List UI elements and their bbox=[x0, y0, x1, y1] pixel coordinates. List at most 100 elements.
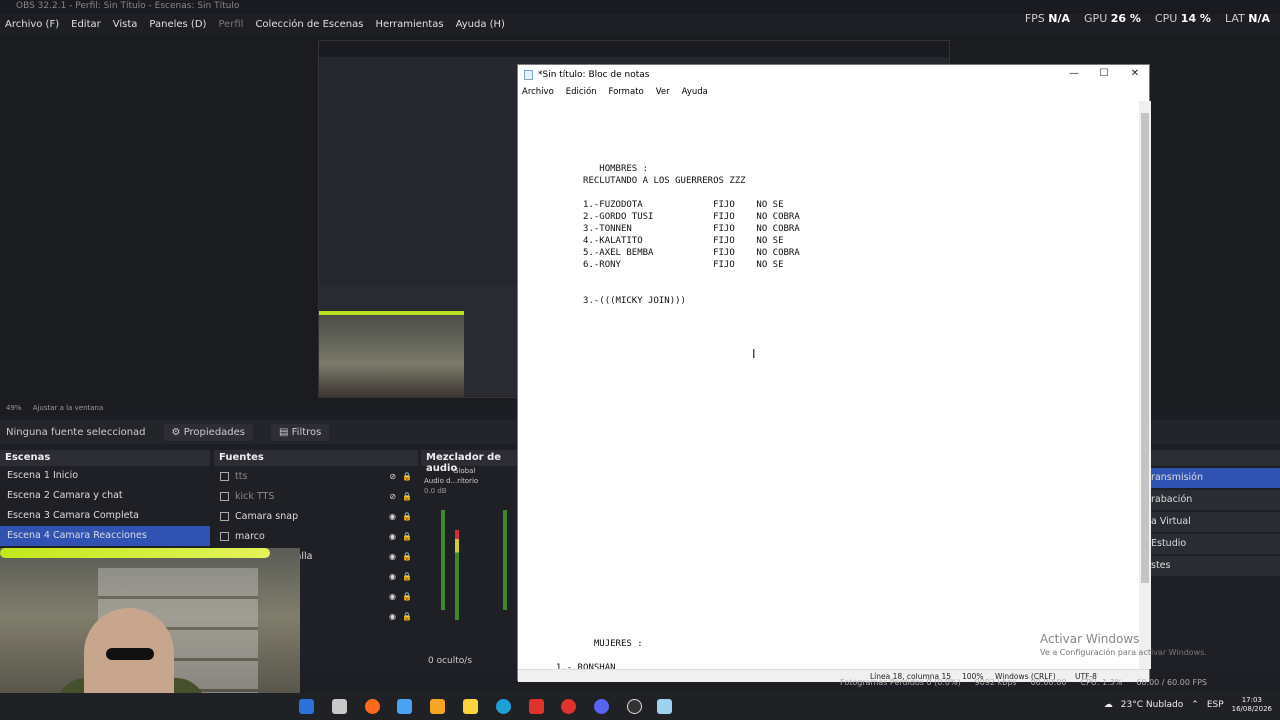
lock-icon[interactable]: 🔒 bbox=[402, 572, 412, 581]
notepad-content: HOMBRES : RECLUTANDO A LOS GUERREROS ZZZ… bbox=[583, 164, 800, 306]
properties-button[interactable]: ⚙ Propiedades bbox=[163, 423, 254, 441]
lock-icon[interactable]: 🔒 bbox=[402, 612, 412, 621]
source-name: kick TTS bbox=[235, 490, 275, 502]
mixer-channel-name[interactable]: Audio d...ritorio bbox=[421, 476, 517, 486]
eye-icon[interactable]: ◉ bbox=[389, 592, 396, 601]
weather-icon[interactable]: ☁ bbox=[1104, 700, 1113, 710]
notepad-title-bar[interactable]: *Sin título: Bloc de notas bbox=[518, 65, 1149, 85]
menu-paneles[interactable]: Paneles (D) bbox=[149, 19, 206, 30]
opera-icon[interactable] bbox=[561, 699, 576, 714]
source-row[interactable]: marco ◉ 🔒 bbox=[214, 526, 418, 546]
menu-vista[interactable]: Vista bbox=[113, 19, 138, 30]
eye-icon[interactable]: ◉ bbox=[389, 532, 396, 541]
eye-icon[interactable]: ◉ bbox=[389, 552, 396, 561]
chevron-up-icon[interactable]: ⌃ bbox=[1191, 700, 1199, 710]
eye-icon[interactable]: ◉ bbox=[389, 612, 396, 621]
eye-icon[interactable]: ◉ bbox=[389, 572, 396, 581]
vlc-icon[interactable] bbox=[430, 699, 445, 714]
menu-ayuda[interactable]: Ayuda bbox=[682, 87, 708, 99]
menu-archivo[interactable]: Archivo bbox=[522, 87, 554, 99]
selected-source-label: Ninguna fuente seleccionad bbox=[6, 426, 146, 438]
menu-archivo[interactable]: Archivo (F) bbox=[5, 19, 59, 30]
source-row[interactable]: kick TTS ⊘ 🔒 bbox=[214, 486, 418, 506]
notepad-title: *Sin título: Bloc de notas bbox=[538, 70, 650, 80]
firefox-icon[interactable] bbox=[365, 699, 380, 714]
menu-coleccion-escenas[interactable]: Colección de Escenas bbox=[255, 19, 363, 30]
file-explorer-icon[interactable] bbox=[332, 699, 347, 714]
mini-menu-strip bbox=[319, 41, 949, 57]
filters-button[interactable]: ▤ Filtros bbox=[271, 423, 330, 441]
copilot-icon[interactable] bbox=[397, 699, 412, 714]
mini-webcam bbox=[319, 311, 464, 397]
sunglasses bbox=[106, 648, 154, 660]
source-name: marco bbox=[235, 530, 265, 542]
system-tray: ☁ 23°C Nublado ⌃ ESP 17:03 16/08/2026 bbox=[1104, 696, 1272, 714]
notepad-taskbar-icon[interactable] bbox=[657, 699, 672, 714]
source-icon bbox=[220, 471, 229, 481]
lock-icon[interactable]: 🔒 bbox=[402, 472, 412, 481]
windows-taskbar: ☁ 23°C Nublado ⌃ ESP 17:03 16/08/2026 bbox=[0, 693, 1280, 720]
start-recording-button[interactable]: rabación bbox=[1148, 490, 1280, 510]
start-streaming-button[interactable]: ransmisión bbox=[1148, 468, 1280, 488]
minimize-icon[interactable]: — bbox=[1066, 68, 1082, 79]
eye-icon[interactable]: ◉ bbox=[389, 512, 396, 521]
volume-slider[interactable] bbox=[441, 510, 445, 610]
volume-slider-2[interactable] bbox=[503, 510, 507, 610]
source-icon bbox=[220, 491, 229, 501]
settings-button[interactable]: stes bbox=[1148, 556, 1280, 576]
scene-item[interactable]: Escena 2 Camara y chat bbox=[0, 486, 210, 506]
notepad-content-bottom: MUJERES : 1.- RONSHAN bbox=[555, 639, 643, 669]
menu-edicion[interactable]: Edición bbox=[566, 87, 597, 99]
obs-icon[interactable] bbox=[627, 699, 642, 714]
scene-item[interactable]: Escena 3 Camara Completa bbox=[0, 506, 210, 526]
source-row[interactable]: Camara snap ◉ 🔒 bbox=[214, 506, 418, 526]
text-cursor-icon: I bbox=[752, 347, 756, 361]
hidden-eye-icon[interactable]: ⊘ bbox=[389, 492, 396, 501]
camera-icon bbox=[220, 511, 229, 521]
lock-icon[interactable]: 🔒 bbox=[402, 592, 412, 601]
weather-text[interactable]: 23°C Nublado bbox=[1121, 700, 1183, 710]
studio-mode-button[interactable]: Estudio bbox=[1148, 534, 1280, 554]
webcam-frame-bar bbox=[0, 548, 270, 558]
menu-formato[interactable]: Formato bbox=[609, 87, 644, 99]
clock-date: 16/08/2026 bbox=[1231, 705, 1272, 713]
lock-icon[interactable]: 🔒 bbox=[402, 532, 412, 541]
filter-icon: ▤ bbox=[279, 426, 289, 438]
scrollbar-thumb[interactable] bbox=[1141, 113, 1149, 583]
maximize-icon[interactable]: ☐ bbox=[1096, 68, 1112, 79]
menu-perfil[interactable]: Perfil bbox=[218, 19, 243, 30]
discord-icon[interactable] bbox=[594, 699, 609, 714]
source-row[interactable]: tts ⊘ 🔒 bbox=[214, 466, 418, 486]
notepad-text-area[interactable]: HOMBRES : RECLUTANDO A LOS GUERREROS ZZZ… bbox=[518, 101, 1139, 669]
language-indicator[interactable]: ESP bbox=[1207, 700, 1224, 710]
cpu-label: CPU bbox=[1154, 12, 1178, 25]
virtual-camera-button[interactable]: a Virtual bbox=[1148, 512, 1280, 532]
lock-icon[interactable]: 🔒 bbox=[402, 492, 412, 501]
scene-item[interactable]: Escena 1 Inicio bbox=[0, 466, 210, 486]
menu-herramientas[interactable]: Herramientas bbox=[375, 19, 443, 30]
scene-item-selected[interactable]: Escena 4 Camara Reacciones bbox=[0, 526, 210, 546]
close-icon[interactable]: ✕ bbox=[1127, 68, 1143, 79]
clock-time: 17:03 bbox=[1241, 696, 1262, 704]
menu-ver[interactable]: Ver bbox=[656, 87, 670, 99]
lock-icon[interactable]: 🔒 bbox=[402, 512, 412, 521]
clock[interactable]: 17:03 16/08/2026 bbox=[1232, 696, 1272, 714]
store-icon[interactable] bbox=[463, 699, 478, 714]
bitrate: 9092 kbps bbox=[974, 678, 1017, 687]
edge-icon[interactable] bbox=[496, 699, 511, 714]
notepad-window[interactable]: *Sin título: Bloc de notas — ☐ ✕ Archivo… bbox=[517, 64, 1151, 682]
lock-icon[interactable]: 🔒 bbox=[402, 552, 412, 561]
mixer-header: Mezclador de audio bbox=[421, 450, 517, 474]
capcut-icon[interactable] bbox=[529, 699, 544, 714]
hidden-eye-icon[interactable]: ⊘ bbox=[389, 472, 396, 481]
activation-watermark-sub: Ve a Configuración para activar Windows. bbox=[1040, 648, 1207, 657]
zoom-value[interactable]: 49% bbox=[6, 404, 22, 412]
sources-header: Fuentes bbox=[214, 450, 418, 466]
menu-editar[interactable]: Editar bbox=[71, 19, 101, 30]
fps-stat: FPS N/A bbox=[1025, 12, 1070, 25]
image-icon bbox=[220, 531, 229, 541]
cpu-stat: CPU 14 % bbox=[1155, 12, 1211, 25]
menu-ayuda[interactable]: Ayuda (H) bbox=[456, 19, 505, 30]
outlook-icon[interactable] bbox=[299, 699, 314, 714]
zoom-fit[interactable]: Ajustar a la ventana bbox=[33, 404, 104, 412]
